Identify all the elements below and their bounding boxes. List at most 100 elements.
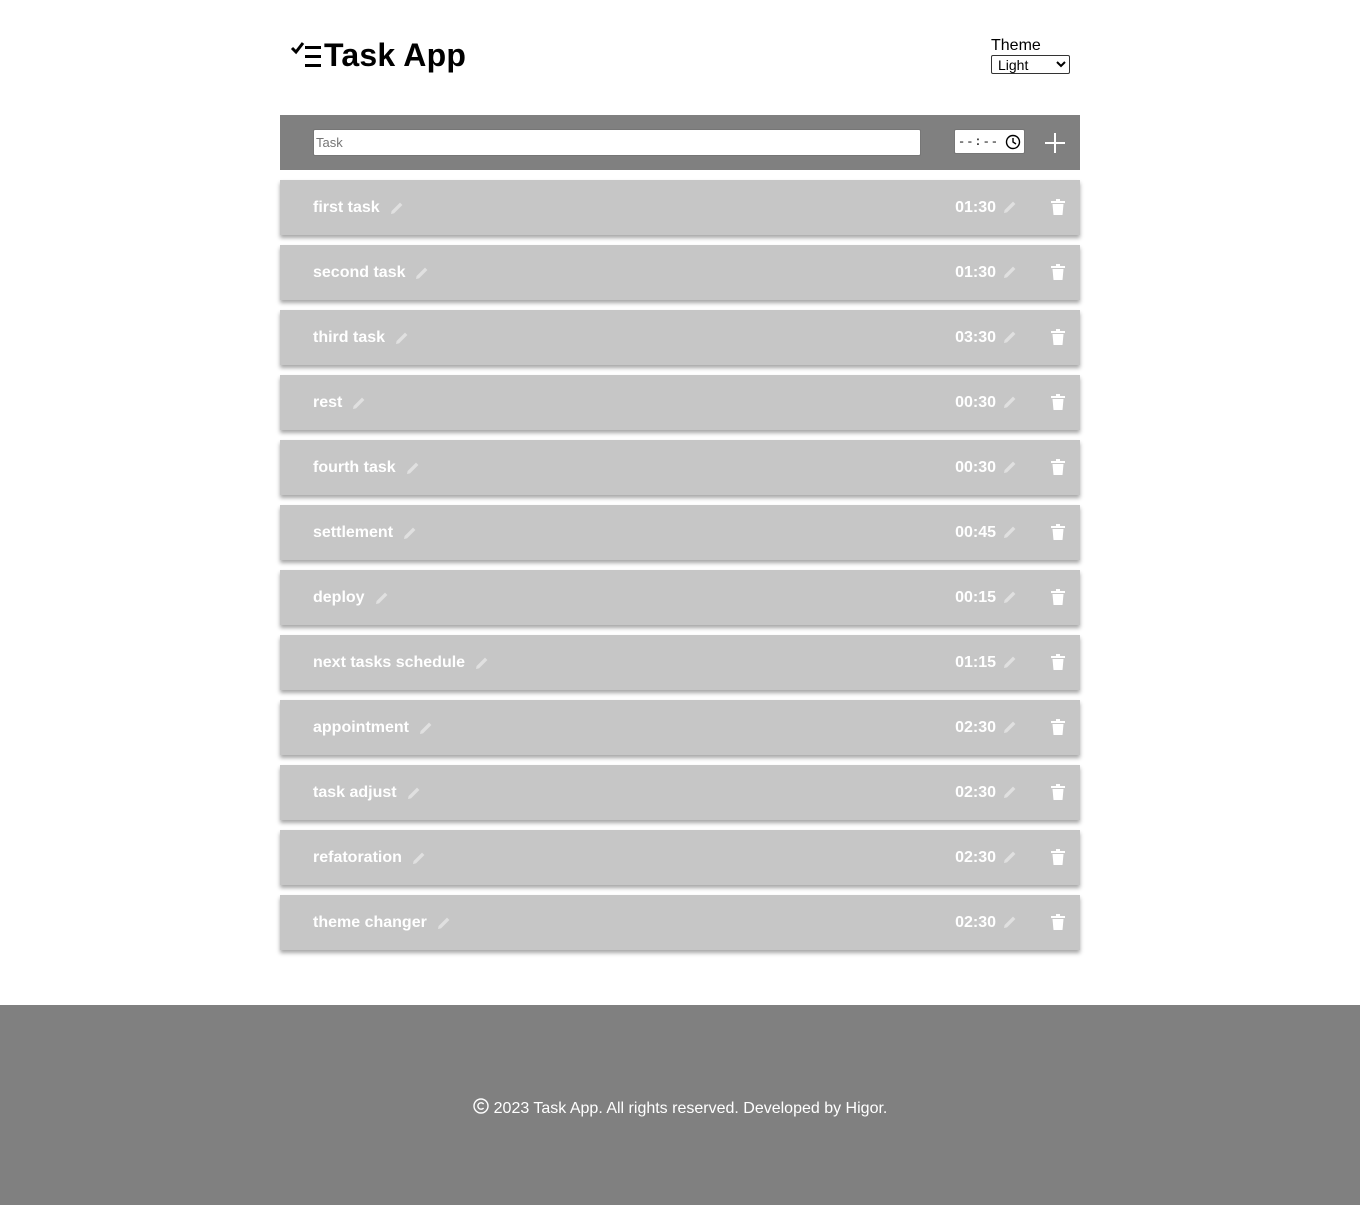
edit-time-pencil-icon[interactable] bbox=[1002, 719, 1018, 735]
edit-time-pencil-icon[interactable] bbox=[1002, 524, 1018, 540]
delete-trash-icon[interactable] bbox=[1051, 264, 1065, 280]
footer: 2023 Task App. All rights reserved. Deve… bbox=[0, 1005, 1360, 1205]
edit-time-pencil-icon[interactable] bbox=[1002, 784, 1018, 800]
task-name-text: next tasks schedule bbox=[313, 654, 466, 671]
task-name-text: fourth task bbox=[313, 459, 396, 476]
edit-time-pencil-icon[interactable] bbox=[1002, 589, 1018, 605]
delete-trash-icon[interactable] bbox=[1051, 654, 1065, 670]
task-time: 00:30 bbox=[955, 459, 996, 476]
edit-name-pencil-icon[interactable] bbox=[405, 460, 421, 476]
delete-trash-icon[interactable] bbox=[1051, 589, 1065, 605]
task-time: 02:30 bbox=[955, 784, 996, 801]
logo: Task App bbox=[290, 38, 466, 72]
footer-text: 2023 Task App. All rights reserved. Deve… bbox=[493, 1100, 888, 1117]
task-row: fourth task 00:30 bbox=[280, 440, 1080, 495]
time-placeholder: --:-- bbox=[958, 135, 1000, 149]
task-name: task adjust bbox=[313, 783, 422, 802]
task-row: refatoration 02:30 bbox=[280, 830, 1080, 885]
edit-name-pencil-icon[interactable] bbox=[436, 915, 452, 931]
task-name-text: theme changer bbox=[313, 914, 427, 931]
task-name-text: refatoration bbox=[313, 849, 402, 866]
delete-trash-icon[interactable] bbox=[1051, 719, 1065, 735]
task-row: third task 03:30 bbox=[280, 310, 1080, 365]
task-row: task adjust 02:30 bbox=[280, 765, 1080, 820]
task-row: second task 01:30 bbox=[280, 245, 1080, 300]
task-time: 02:30 bbox=[955, 849, 996, 866]
edit-time-pencil-icon[interactable] bbox=[1002, 654, 1018, 670]
edit-name-pencil-icon[interactable] bbox=[418, 720, 434, 736]
add-task-button[interactable] bbox=[1044, 132, 1066, 154]
edit-time-pencil-icon[interactable] bbox=[1002, 459, 1018, 475]
edit-time-pencil-icon[interactable] bbox=[1002, 329, 1018, 345]
task-name: first task bbox=[313, 198, 405, 217]
task-time: 02:30 bbox=[955, 914, 996, 931]
task-name: rest bbox=[313, 393, 367, 412]
edit-time-pencil-icon[interactable] bbox=[1002, 914, 1018, 930]
task-time: 00:30 bbox=[955, 394, 996, 411]
task-row: first task 01:30 bbox=[280, 180, 1080, 235]
task-name-text: second task bbox=[313, 264, 406, 281]
task-name: third task bbox=[313, 328, 410, 347]
delete-trash-icon[interactable] bbox=[1051, 459, 1065, 475]
edit-name-pencil-icon[interactable] bbox=[406, 785, 422, 801]
theme-label: Theme bbox=[991, 37, 1041, 54]
task-time: 01:30 bbox=[955, 264, 996, 281]
task-name: refatoration bbox=[313, 848, 427, 867]
app-title: Task App bbox=[324, 37, 467, 73]
task-name-text: third task bbox=[313, 329, 386, 346]
edit-name-pencil-icon[interactable] bbox=[402, 525, 418, 541]
task-time: 02:30 bbox=[955, 719, 996, 736]
clock-icon[interactable] bbox=[1005, 134, 1021, 150]
task-name-text: deploy bbox=[313, 589, 365, 606]
time-input[interactable]: --:-- bbox=[954, 129, 1025, 154]
edit-name-pencil-icon[interactable] bbox=[389, 200, 405, 216]
theme-select[interactable]: Light bbox=[991, 55, 1070, 74]
task-row: next tasks schedule 01:15 bbox=[280, 635, 1080, 690]
task-name: appointment bbox=[313, 718, 434, 737]
task-name-text: rest bbox=[313, 394, 343, 411]
delete-trash-icon[interactable] bbox=[1051, 849, 1065, 865]
task-name: deploy bbox=[313, 588, 390, 607]
app-container: Task App Theme Light --:-- first task bbox=[280, 0, 1080, 950]
task-time: 01:15 bbox=[955, 654, 996, 671]
task-name-text: first task bbox=[313, 199, 380, 216]
edit-name-pencil-icon[interactable] bbox=[411, 850, 427, 866]
task-time: 03:30 bbox=[955, 329, 996, 346]
task-name: settlement bbox=[313, 523, 418, 542]
task-time: 01:30 bbox=[955, 199, 996, 216]
edit-name-pencil-icon[interactable] bbox=[474, 655, 490, 671]
task-row: appointment 02:30 bbox=[280, 700, 1080, 755]
delete-trash-icon[interactable] bbox=[1051, 199, 1065, 215]
edit-time-pencil-icon[interactable] bbox=[1002, 394, 1018, 410]
task-row: deploy 00:15 bbox=[280, 570, 1080, 625]
delete-trash-icon[interactable] bbox=[1051, 329, 1065, 345]
copyright-icon bbox=[472, 1098, 489, 1114]
task-name-text: appointment bbox=[313, 719, 409, 736]
add-task-bar: --:-- bbox=[280, 115, 1080, 170]
task-name: theme changer bbox=[313, 913, 452, 932]
task-row: theme changer 02:30 bbox=[280, 895, 1080, 950]
task-name-text: settlement bbox=[313, 524, 394, 541]
task-name: fourth task bbox=[313, 458, 421, 477]
task-time: 00:45 bbox=[955, 524, 996, 541]
task-list: first task 01:30 second task 01:30 third… bbox=[280, 180, 1080, 960]
task-name-text: task adjust bbox=[313, 784, 397, 801]
edit-name-pencil-icon[interactable] bbox=[394, 330, 410, 346]
footer-text-line: 2023 Task App. All rights reserved. Deve… bbox=[0, 1098, 1360, 1119]
delete-trash-icon[interactable] bbox=[1051, 524, 1065, 540]
task-row: settlement 00:45 bbox=[280, 505, 1080, 560]
task-time: 00:15 bbox=[955, 589, 996, 606]
delete-trash-icon[interactable] bbox=[1051, 394, 1065, 410]
task-name: second task bbox=[313, 263, 430, 282]
edit-name-pencil-icon[interactable] bbox=[351, 395, 367, 411]
checklist-icon bbox=[290, 42, 321, 67]
edit-name-pencil-icon[interactable] bbox=[414, 265, 430, 281]
task-input[interactable] bbox=[313, 129, 921, 156]
edit-time-pencil-icon[interactable] bbox=[1002, 199, 1018, 215]
edit-name-pencil-icon[interactable] bbox=[374, 590, 390, 606]
delete-trash-icon[interactable] bbox=[1051, 914, 1065, 930]
task-name: next tasks schedule bbox=[313, 653, 490, 672]
edit-time-pencil-icon[interactable] bbox=[1002, 849, 1018, 865]
delete-trash-icon[interactable] bbox=[1051, 784, 1065, 800]
edit-time-pencil-icon[interactable] bbox=[1002, 264, 1018, 280]
